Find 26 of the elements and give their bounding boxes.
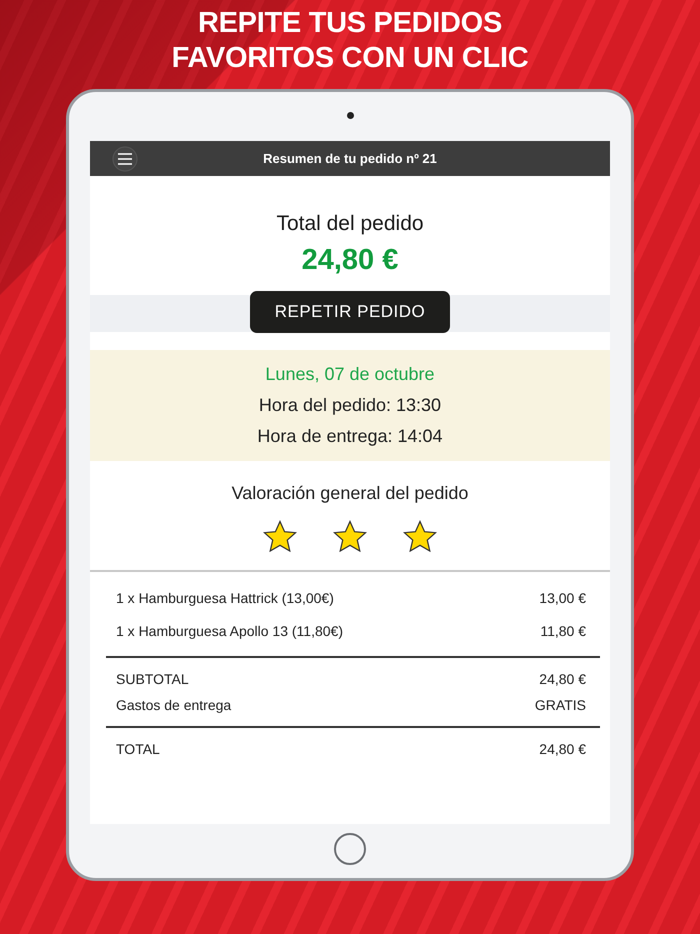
- order-time: Hora del pedido: 13:30: [258, 395, 442, 416]
- summary-value: 24,80 €: [539, 671, 586, 687]
- order-date: Lunes, 07 de octubre: [265, 364, 435, 385]
- screen-title: Resumen de tu pedido nº 21: [263, 151, 437, 166]
- star-icon: [333, 520, 367, 552]
- summary-value: GRATIS: [534, 697, 586, 713]
- delivery-time: Hora de entrega: 14:04: [257, 426, 443, 447]
- item-price: 13,00 €: [539, 590, 586, 606]
- summary-label: SUBTOTAL: [116, 671, 189, 687]
- home-button[interactable]: [334, 833, 366, 865]
- star-icon: [403, 520, 437, 552]
- menu-icon[interactable]: [112, 146, 138, 172]
- summary-label: Gastos de entrega: [116, 697, 232, 713]
- star-icon: [263, 520, 297, 552]
- headline: FAVORITOS CON UN CLIC: [172, 41, 528, 76]
- grand-total-value: 24,80 €: [539, 741, 586, 757]
- item-price: 11,80 €: [540, 623, 586, 639]
- grand-total-label: TOTAL: [116, 741, 160, 757]
- total-amount: 24,80 €: [302, 244, 398, 277]
- item-name: 1 x Hamburguesa Apollo 13 (11,80€): [116, 623, 343, 639]
- headline: REPITE TUS PEDIDOS: [198, 6, 502, 41]
- repeat-order-button[interactable]: REPETIR PEDIDO: [250, 291, 450, 333]
- item-name: 1 x Hamburguesa Hattrick (13,00€): [116, 590, 334, 606]
- total-label: Total del pedido: [276, 212, 424, 236]
- camera-dot: [346, 112, 354, 119]
- rating-label: Valoración general del pedido: [232, 483, 468, 504]
